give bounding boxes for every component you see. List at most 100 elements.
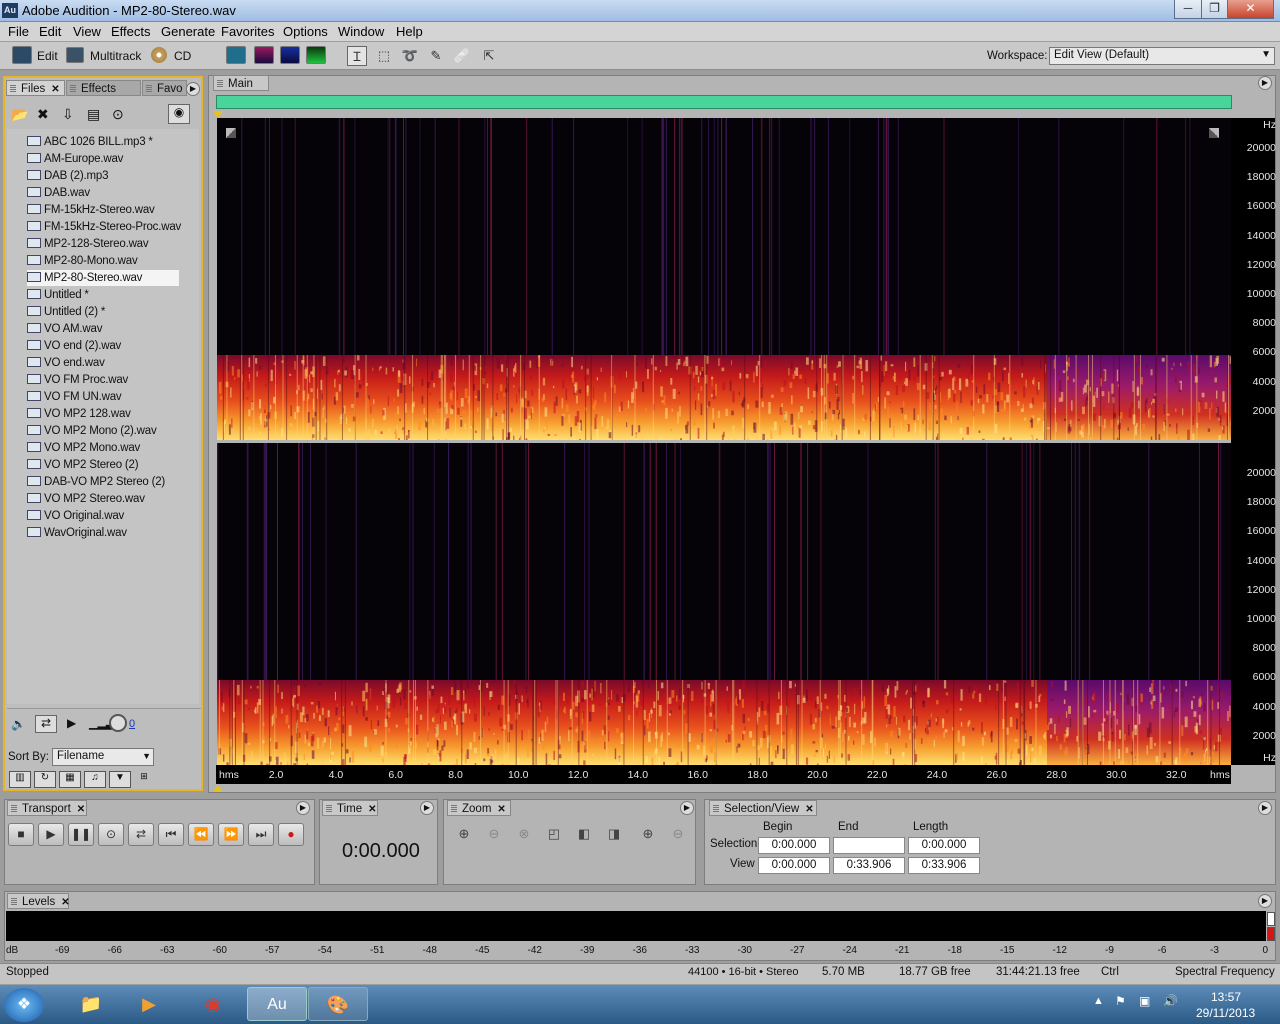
zoom-out-horizontal-icon[interactable]: ⊖ [484,826,504,844]
file-list-item[interactable]: MP2-80-Stereo.wav [27,270,179,286]
zoom-menu-icon[interactable]: ▶ [680,801,694,815]
spectral-frequency-icon[interactable] [254,46,274,64]
loop-icon[interactable]: ⇄ [35,715,57,733]
media-player-taskbar-icon[interactable]: ▶ [119,987,179,1021]
main-panel-menu-icon[interactable]: ▶ [1258,76,1272,90]
clip-indicator-top[interactable] [1267,912,1275,926]
close-icon[interactable]: ✕ [368,804,376,815]
levels-menu-icon[interactable]: ▶ [1258,894,1272,908]
filter-video-icon[interactable]: ▦ [59,771,81,788]
file-options-button[interactable]: ◉ [168,104,190,124]
explorer-taskbar-icon[interactable]: 📁 [61,987,121,1021]
play-from-cursor-button[interactable]: ⊙ [98,823,124,846]
view-length-field[interactable]: 0:33.906 [908,857,980,874]
audition-taskbar-icon[interactable]: Au [247,987,307,1021]
show-hidden-icons-icon[interactable]: ▲ [1093,995,1104,1007]
insert-icon[interactable]: ⊙ [112,106,124,123]
tab-effects[interactable]: Effects [66,80,141,96]
zoom-to-selection-icon[interactable]: ◰ [544,826,564,844]
close-button[interactable]: ✕ [1227,0,1274,19]
clock-time[interactable]: 13:57 [1211,990,1241,1004]
cd-view-label[interactable]: CD [174,49,191,63]
view-begin-field[interactable]: 0:00.000 [758,857,830,874]
go-to-start-button[interactable]: ⏮ [158,823,184,846]
file-list-item[interactable]: DAB-VO MP2 Stereo (2) [27,474,179,490]
file-list-item[interactable]: DAB (2).mp3 [27,168,179,184]
file-list-item[interactable]: ABC 1026 BILL.mp3 * [27,134,179,150]
spectral-phase-icon[interactable] [306,46,326,64]
time-selection-tool-icon[interactable]: Ɪ [347,46,367,66]
loop-button[interactable]: ⇄ [128,823,154,846]
zoom-left-edge-icon[interactable]: ◧ [574,826,594,844]
network-icon[interactable]: ▣ [1139,994,1150,1008]
file-list-item[interactable]: Untitled * [27,287,179,303]
selection-length-field[interactable]: 0:00.000 [908,837,980,854]
close-file-icon[interactable]: ✖ [37,106,49,123]
stop-button[interactable]: ■ [8,823,34,846]
start-button[interactable]: ❖ [4,988,44,1022]
speaker-icon[interactable]: 🔈 [11,717,26,731]
tab-files[interactable]: Files ✕ [6,80,65,96]
selection-begin-field[interactable]: 0:00.000 [758,837,830,854]
zoom-right-edge-icon[interactable]: ◨ [604,826,624,844]
play-preview-icon[interactable]: ▶ [67,716,76,730]
menu-options[interactable]: Options [283,24,328,39]
multitrack-view-label[interactable]: Multitrack [90,49,141,63]
spectrogram-right-channel[interactable] [217,443,1231,765]
zoom-out-vertical-icon[interactable]: ⊖ [668,826,688,844]
file-list-item[interactable]: Untitled (2) * [27,304,179,320]
workspace-select[interactable]: Edit View (Default) ▼ [1049,47,1275,65]
time-ruler[interactable] [216,765,1231,784]
rewind-button[interactable]: ⏪ [188,823,214,846]
file-list-item[interactable]: VO MP2 Stereo.wav [27,491,179,507]
paint-taskbar-icon[interactable]: 🎨 [308,987,368,1021]
file-list-item[interactable]: VO MP2 Mono (2).wav [27,423,179,439]
filter-audio-icon[interactable]: ▥ [9,771,31,788]
menu-file[interactable]: File [8,24,29,39]
file-list-item[interactable]: WavOriginal.wav [27,525,179,541]
tab-time[interactable]: Time ✕ [322,800,378,816]
cd-view-icon[interactable] [151,47,167,63]
file-list-item[interactable]: AM-Europe.wav [27,151,179,167]
tab-selection-view[interactable]: Selection/View ✕ [709,800,817,816]
multitrack-view-icon[interactable] [66,47,84,63]
open-file-icon[interactable]: 📂 [11,106,28,123]
menu-view[interactable]: View [73,24,101,39]
filter-options-icon[interactable]: ▼ [109,771,131,788]
zoom-in-vertical-icon[interactable]: ⊕ [638,826,658,844]
brush-tool-icon[interactable]: ✎ [426,46,446,66]
menu-window[interactable]: Window [338,24,384,39]
zoom-out-full-icon[interactable]: ⊗ [514,826,534,844]
file-list-item[interactable]: VO AM.wav [27,321,179,337]
panel-menu-icon[interactable]: ▶ [186,82,200,96]
file-list-item[interactable]: VO MP2 Mono.wav [27,440,179,456]
close-icon[interactable]: ✕ [805,804,813,815]
filter-extra-icon[interactable]: ⊞ [135,771,153,788]
go-to-end-button[interactable]: ⏭ [248,823,274,846]
edit-file-icon[interactable]: ▤ [87,106,100,123]
transport-menu-icon[interactable]: ▶ [296,801,310,815]
file-list-item[interactable]: FM-15kHz-Stereo-Proc.wav [27,219,181,235]
volume-icon[interactable]: 🔊 [1163,994,1178,1008]
spectral-pan-icon[interactable] [280,46,300,64]
sort-by-select[interactable]: Filename ▼ [52,748,154,766]
pause-button[interactable]: ❚❚ [68,823,94,846]
clock-date[interactable]: 29/11/2013 [1196,1006,1255,1020]
file-list-item[interactable]: MP2-128-Stereo.wav [27,236,179,252]
file-list-item[interactable]: VO FM Proc.wav [27,372,179,388]
file-list-item[interactable]: VO end (2).wav [27,338,179,354]
edit-view-label[interactable]: Edit [37,49,58,63]
spot-healing-tool-icon[interactable]: 🩹 [452,46,472,66]
file-list-item[interactable]: MP2-80-Mono.wav [27,253,179,269]
play-button[interactable]: ▶ [38,823,64,846]
file-list-item[interactable]: VO end.wav [27,355,179,371]
menu-help[interactable]: Help [396,24,423,39]
fade-out-handle-icon[interactable] [1209,128,1219,138]
fade-in-handle-icon[interactable] [226,128,236,138]
zoom-in-horizontal-icon[interactable]: ⊕ [454,826,474,844]
volume-value[interactable]: 0 [129,718,135,730]
move-tool-icon[interactable]: ⇱ [479,46,499,66]
waveform-display-icon[interactable] [226,46,246,64]
filter-midi-icon[interactable]: ♫ [84,771,106,788]
selection-view-menu-icon[interactable]: ▶ [1258,801,1272,815]
